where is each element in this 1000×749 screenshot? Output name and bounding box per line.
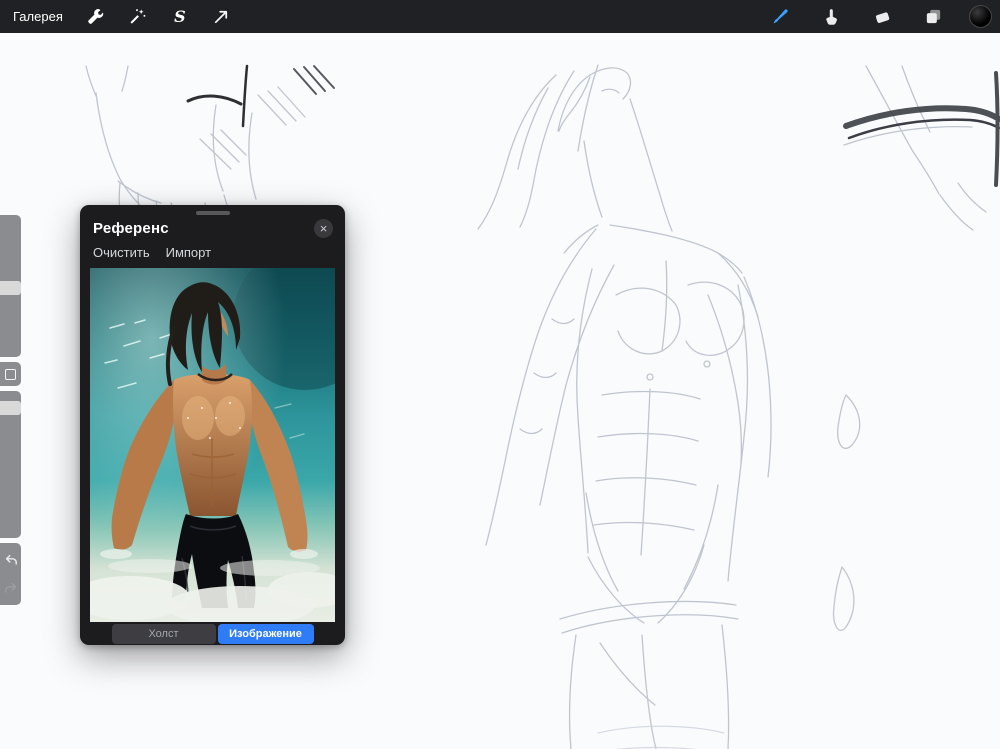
adjustments-icon[interactable] (123, 4, 153, 30)
brush-size-handle[interactable] (0, 281, 21, 295)
reference-image[interactable] (90, 268, 335, 622)
panel-actions: Очистить Импорт (80, 239, 345, 268)
brush-size-slider[interactable] (0, 215, 21, 357)
redo-button[interactable] (0, 577, 21, 599)
smudge-icon[interactable] (816, 4, 846, 30)
layers-icon[interactable] (918, 4, 948, 30)
toolbar-left-group: Галерея S (0, 4, 249, 30)
panel-tab-bar: Холст Изображение (80, 622, 345, 645)
wrench-icon[interactable] (81, 4, 111, 30)
selection-icon[interactable]: S (165, 4, 195, 30)
undo-button[interactable] (0, 549, 21, 571)
panel-header: Референс × (80, 215, 345, 239)
close-icon[interactable]: × (314, 218, 333, 238)
eraser-icon[interactable] (867, 4, 897, 30)
opacity-handle[interactable] (0, 401, 21, 415)
history-buttons (0, 543, 21, 605)
reference-panel: Референс × Очистить Импорт Холст Изображ… (80, 205, 345, 645)
modify-button[interactable] (0, 362, 21, 386)
transform-icon[interactable] (207, 4, 237, 30)
tab-canvas[interactable]: Холст (111, 623, 216, 644)
top-toolbar: Галерея S (0, 0, 1000, 33)
clear-button[interactable]: Очистить (93, 245, 150, 260)
modify-square-icon (5, 368, 16, 380)
selection-glyph: S (174, 7, 186, 26)
color-swatch[interactable] (969, 5, 992, 28)
reference-photo (90, 268, 335, 622)
panel-title: Референс (93, 219, 169, 237)
tool-sidebar (0, 215, 21, 605)
gallery-button[interactable]: Галерея (13, 9, 63, 24)
panel-handle-row (80, 205, 345, 215)
brush-icon[interactable] (765, 4, 795, 30)
toolbar-right-group (765, 4, 1000, 30)
procreate-window: Галерея S Референс × Очистить Импорт Хол… (0, 0, 1000, 749)
opacity-slider[interactable] (0, 391, 21, 538)
tab-image[interactable]: Изображение (217, 623, 314, 644)
import-button[interactable]: Импорт (166, 245, 211, 260)
